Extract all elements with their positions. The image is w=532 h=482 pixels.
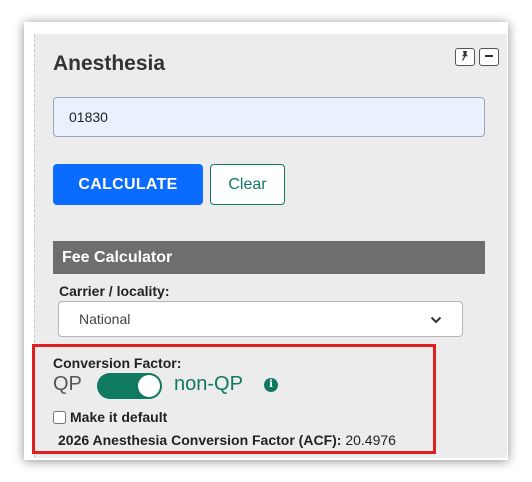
pin-icon [459,50,471,65]
make-default-label: Make it default [70,409,168,425]
procedure-code-input[interactable] [53,97,485,137]
carrier-locality-label: Carrier / locality: [59,283,170,299]
calculate-button[interactable]: CALCULATE [53,164,203,205]
carrier-locality-select[interactable]: National [58,301,463,337]
acf-label: 2026 Anesthesia Conversion Factor (ACF): [58,432,342,448]
carrier-selected-value: National [79,311,131,327]
make-default-checkbox[interactable] [53,410,66,424]
info-icon[interactable]: i [264,378,278,392]
conversion-factor-label: Conversion Factor: [53,355,182,371]
minimize-button[interactable] [479,48,499,66]
toggle-knob [138,375,160,397]
fee-calculator-header: Fee Calculator [53,241,485,274]
minimize-icon [483,50,495,65]
chevron-down-icon [430,311,442,327]
qp-label: QP [53,373,82,395]
make-default-row[interactable]: Make it default [53,409,167,425]
qp-toggle-switch[interactable] [97,373,162,399]
non-qp-label: non-QP [174,373,243,395]
acf-value: 20.4976 [345,432,396,448]
pin-button[interactable] [455,48,475,66]
panel-title: Anesthesia [53,52,166,75]
acf-row: 2026 Anesthesia Conversion Factor (ACF):… [58,432,396,448]
clear-button[interactable]: Clear [210,164,285,205]
